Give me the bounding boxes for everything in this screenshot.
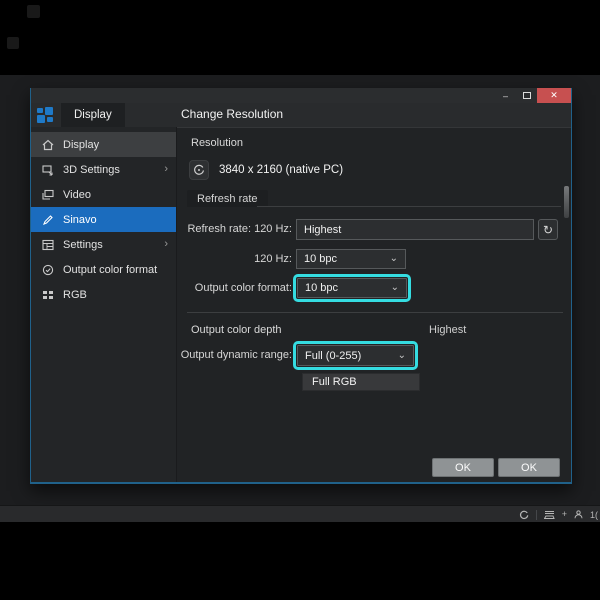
sidebar-item-rgb[interactable]: RGB (31, 282, 176, 307)
close-button[interactable]: ✕ (537, 88, 571, 103)
ok-button-secondary[interactable]: OK (498, 458, 560, 477)
refresh-button[interactable]: ↻ (538, 219, 558, 240)
minimize-icon: – (502, 90, 508, 101)
sidebar-item-label: Sinavo (63, 213, 97, 226)
resolution-section-label: Resolution (191, 137, 243, 149)
refresh-icon: ↻ (542, 222, 554, 237)
sidebar-item-label: Display (63, 138, 100, 151)
hz-dropdown-value: 10 bpc (304, 253, 338, 265)
tab-display[interactable]: Display (61, 103, 125, 127)
grid-icon (41, 289, 55, 301)
minimize-button[interactable]: – (495, 88, 516, 103)
dropdown-option-full-rgb[interactable]: Full RGB (302, 373, 420, 391)
refresh-rate-combobox-value: Highest (304, 223, 342, 236)
sidebar-item-output-color-format[interactable]: Output color format (31, 257, 176, 282)
sidebar-item-settings[interactable]: Settings › (31, 232, 176, 257)
check-circle-icon (41, 264, 55, 276)
output-color-depth-label: Output color depth (191, 324, 282, 336)
chevron-right-icon: › (164, 238, 168, 250)
refresh-rate-combobox[interactable]: Highest (296, 219, 534, 240)
header-row: Display Change Resolution (31, 103, 571, 127)
output-dynamic-range-dropdown[interactable]: Full (0-255) ⌄ (293, 341, 418, 370)
refresh-rate-header: Refresh rate (187, 190, 268, 207)
ok-button[interactable]: OK (432, 458, 494, 477)
app-logo-icon (37, 107, 53, 123)
maximize-button[interactable] (516, 88, 537, 103)
page-title: Change Resolution (181, 107, 284, 121)
screen: – ✕ Display Change Resolution Display 3D… (0, 0, 600, 600)
3d-settings-icon (41, 164, 55, 176)
titlebar: – ✕ (31, 88, 571, 103)
video-icon (41, 189, 55, 201)
sidebar-item-label: Video (63, 188, 91, 201)
hz-dropdown[interactable]: 10 bpc ⌄ (296, 249, 406, 269)
sidebar: Display 3D Settings › Video Sinavo Setti… (31, 127, 177, 482)
sidebar-item-display[interactable]: Display (31, 132, 176, 157)
settings-icon (41, 239, 55, 251)
section-divider (187, 312, 563, 313)
plus-icon[interactable]: + (562, 510, 567, 519)
tray-lines-icon[interactable] (543, 510, 555, 519)
hz-row-label: 120 Hz: (254, 253, 292, 265)
control-panel-window: – ✕ Display Change Resolution Display 3D… (30, 88, 572, 484)
output-color-format-dropdown[interactable]: 10 bpc ⌄ (293, 274, 411, 302)
output-dynamic-range-label: Output dynamic range: (180, 349, 292, 361)
sidebar-item-sinavo[interactable]: Sinavo (31, 207, 176, 232)
resolution-item[interactable]: 3840 x 2160 (native PC) (189, 160, 343, 180)
chevron-right-icon: › (164, 163, 168, 175)
sidebar-item-label: Settings (63, 238, 103, 251)
pencil-icon (41, 214, 55, 226)
output-color-format-label: Output color format: (194, 282, 292, 294)
chevron-down-icon: ⌄ (389, 253, 398, 264)
sidebar-item-label: RGB (63, 288, 87, 301)
section-rule (257, 206, 561, 207)
gpu-swirl-icon[interactable] (519, 510, 529, 520)
scrollbar-thumb[interactable] (564, 186, 569, 218)
sidebar-item-video[interactable]: Video (31, 182, 176, 207)
home-icon (41, 139, 55, 151)
refresh-rate-row-label: Refresh rate: 120 Hz: (187, 223, 292, 235)
output-color-format-value: 10 bpc (305, 282, 339, 294)
resolution-value: 3840 x 2160 (native PC) (219, 164, 344, 176)
tray-separator (535, 509, 537, 520)
depth-value-text: Highest (429, 324, 467, 336)
taskbar: + 1( (0, 505, 600, 522)
tray-clipped-text: 1( (590, 509, 599, 520)
sidebar-item-label: Output color format (63, 263, 158, 276)
close-icon: ✕ (550, 90, 558, 100)
output-dynamic-range-value: Full (0-255) (305, 349, 362, 362)
chevron-down-icon: ⌄ (390, 282, 399, 293)
desktop-icon[interactable] (27, 5, 40, 18)
chevron-down-icon: ⌄ (397, 349, 406, 361)
person-icon[interactable] (574, 510, 583, 519)
sidebar-item-3d-settings[interactable]: 3D Settings › (31, 157, 176, 182)
desktop-icon[interactable] (7, 37, 19, 49)
sidebar-item-label: 3D Settings (63, 163, 120, 176)
change-resolution-panel: Resolution 3840 x 2160 (native PC) Refre… (177, 127, 571, 482)
system-tray: + 1( (519, 506, 600, 523)
maximize-icon (522, 92, 531, 99)
display-swirl-icon (189, 160, 209, 180)
